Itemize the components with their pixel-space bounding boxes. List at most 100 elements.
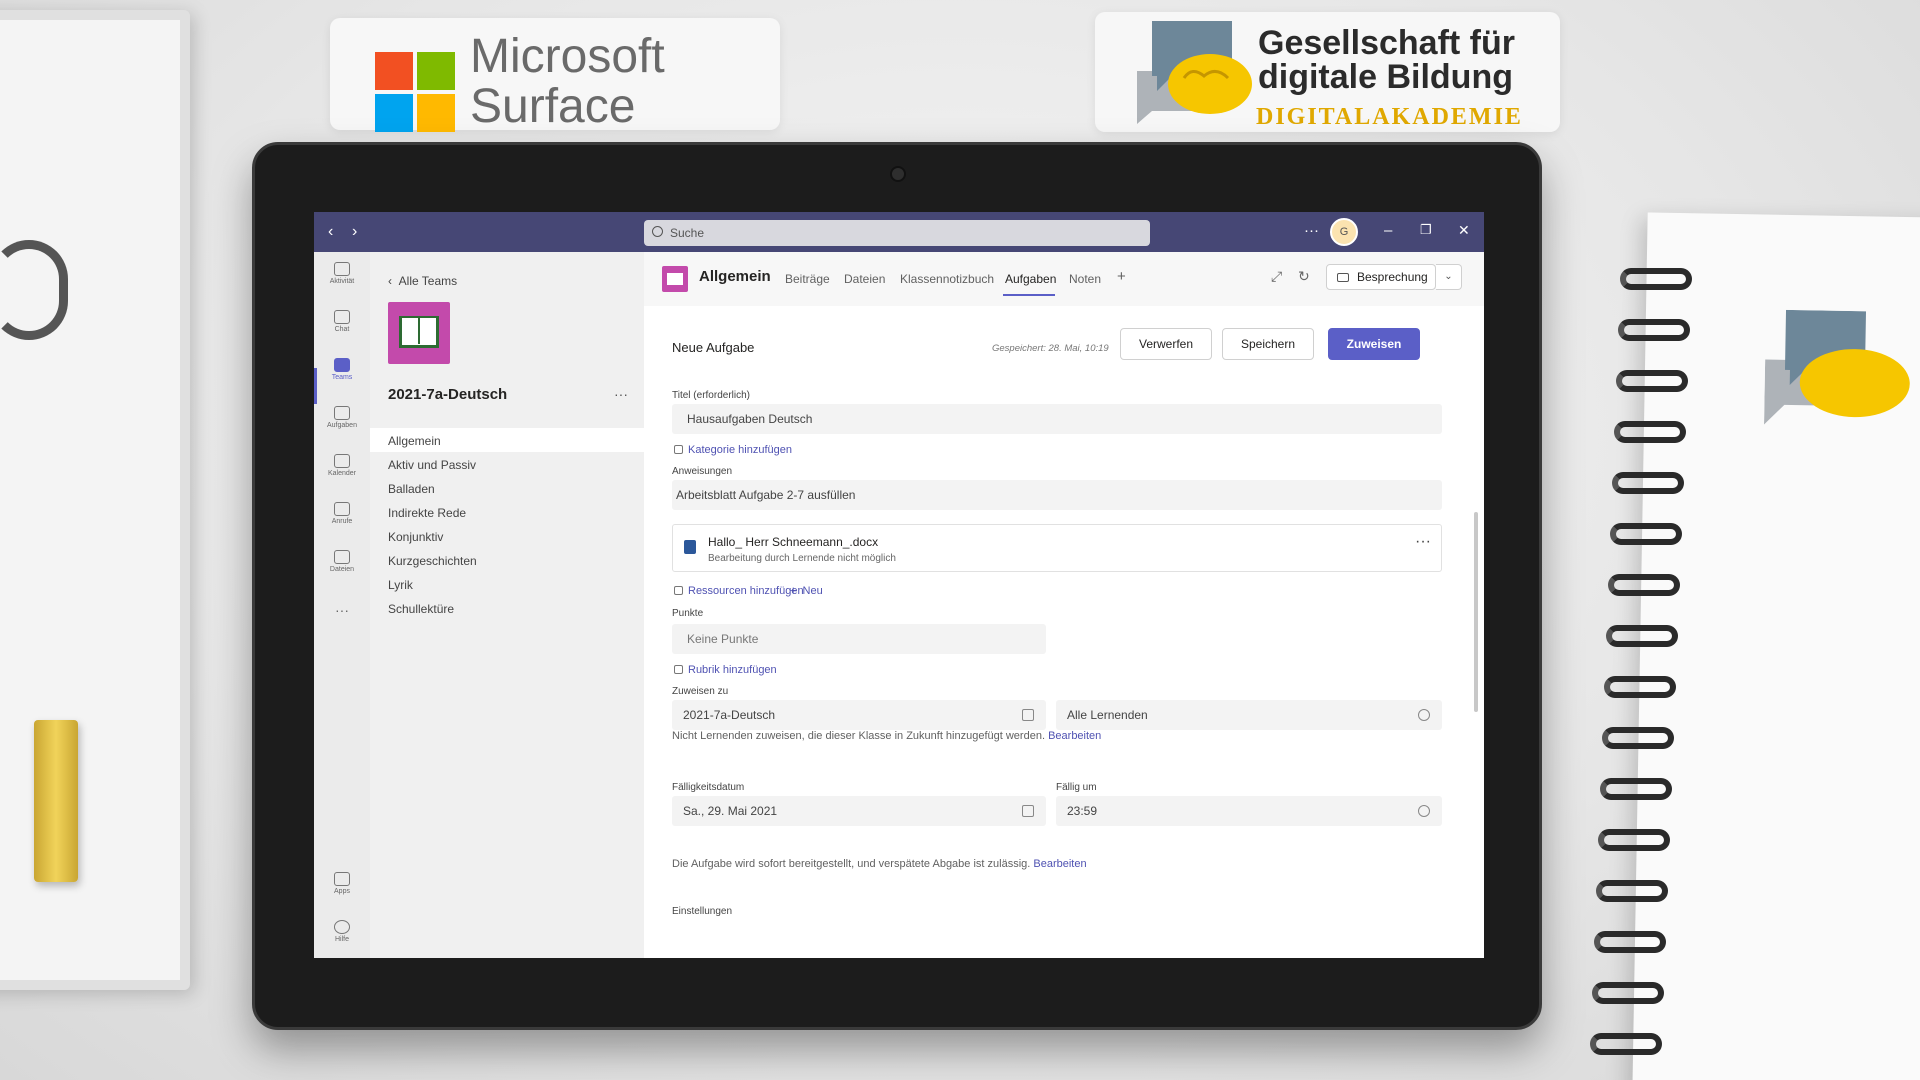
plus-icon: + xyxy=(790,585,803,597)
assign-students-field[interactable]: Alle Lernenden xyxy=(1056,700,1442,730)
bell-icon xyxy=(334,262,350,276)
rail-item-chat[interactable]: Chat xyxy=(314,310,370,333)
due-time-field[interactable]: 23:59 xyxy=(1056,796,1442,826)
spiral-ring xyxy=(1616,370,1688,392)
rail-item-teams[interactable]: Teams xyxy=(314,358,370,381)
instructions-label: Anweisungen xyxy=(672,466,733,477)
binder-clip xyxy=(0,240,68,340)
tag-icon xyxy=(674,445,683,454)
points-field[interactable]: Keine Punkte xyxy=(672,624,1046,654)
channel-item-kurzgeschichten[interactable]: Kurzgeschichten xyxy=(388,554,477,568)
back-arrow-icon[interactable]: ‹ xyxy=(328,223,333,241)
form-heading: Neue Aufgabe xyxy=(672,340,755,355)
future-note-edit-link[interactable]: Bearbeiten xyxy=(1048,730,1101,742)
assign-class-field[interactable]: 2021-7a-Deutsch xyxy=(672,700,1046,730)
teams-icon xyxy=(334,358,350,372)
assign-students-value: Alle Lernenden xyxy=(1067,708,1148,722)
instructions-field[interactable]: Arbeitsblatt Aufgabe 2-7 ausfüllen xyxy=(672,480,1442,510)
save-button[interactable]: Speichern xyxy=(1222,328,1314,360)
tab-beitraege[interactable]: Beiträge xyxy=(785,272,830,286)
add-rubric-label: Rubrik hinzufügen xyxy=(688,664,777,676)
rail-item-activity[interactable]: Aktivität xyxy=(314,262,370,285)
add-rubric-link[interactable]: Rubrik hinzufügen xyxy=(674,664,777,676)
rail-more-icon[interactable]: ··· xyxy=(314,602,370,618)
spiral-ring xyxy=(1602,727,1674,749)
meeting-button[interactable]: Besprechung xyxy=(1326,264,1436,290)
channel-item-allgemein[interactable]: Allgemein xyxy=(388,434,441,448)
team-more-icon[interactable]: ··· xyxy=(614,386,628,402)
microsoft-surface-wordmark: Microsoft Surface xyxy=(470,30,665,133)
tab-aufgaben[interactable]: Aufgaben xyxy=(1005,272,1056,286)
add-category-label: Kategorie hinzufügen xyxy=(688,444,792,456)
rail-item-help[interactable]: Hilfe xyxy=(314,920,370,943)
channel-item-schullektuere[interactable]: Schullektüre xyxy=(388,602,454,616)
search-placeholder: Suche xyxy=(670,226,705,240)
back-label: Alle Teams xyxy=(398,274,458,288)
rail-item-assignments[interactable]: Aufgaben xyxy=(314,406,370,429)
rail-item-apps[interactable]: Apps xyxy=(314,872,370,895)
spiral-ring xyxy=(1620,268,1692,290)
refresh-icon[interactable]: ↻ xyxy=(1298,268,1310,285)
search-input[interactable]: Suche xyxy=(644,220,1150,246)
scrollbar[interactable] xyxy=(1474,512,1478,712)
spiral-ring xyxy=(1604,676,1676,698)
avatar[interactable]: G xyxy=(1330,218,1358,246)
rail-item-files[interactable]: Dateien xyxy=(314,550,370,573)
channel-item-aktiv-und-passiv[interactable]: Aktiv und Passiv xyxy=(388,458,476,472)
new-resource-link[interactable]: + Neu xyxy=(790,585,823,597)
rail-item-calendar[interactable]: Kalender xyxy=(314,454,370,477)
tablet-camera xyxy=(890,166,906,182)
assign-button[interactable]: Zuweisen xyxy=(1328,328,1420,360)
maximize-icon[interactable]: ❐ xyxy=(1420,222,1432,238)
meeting-dropdown-chevron-icon[interactable]: ⌄ xyxy=(1436,264,1462,290)
teams-window: ‹ › Suche ··· G – ❐ ✕ Aktivität Chat Tea… xyxy=(314,212,1484,958)
copy-icon xyxy=(1022,709,1034,721)
tab-klassennotizbuch[interactable]: Klassennotizbuch xyxy=(900,272,994,286)
release-edit-link[interactable]: Bearbeiten xyxy=(1033,858,1086,870)
paperclip-icon xyxy=(674,586,683,595)
forward-arrow-icon[interactable]: › xyxy=(352,223,357,241)
add-tab-icon[interactable]: + xyxy=(1117,268,1126,285)
team-avatar xyxy=(388,302,450,364)
more-options-icon[interactable]: ··· xyxy=(1304,222,1319,239)
back-to-all-teams[interactable]: ‹ Alle Teams xyxy=(388,274,457,288)
spiral-ring xyxy=(1608,574,1680,596)
attachment-more-icon[interactable]: ··· xyxy=(1415,533,1431,551)
add-category-link[interactable]: Kategorie hinzufügen xyxy=(674,444,792,456)
rail-item-label: Anrufe xyxy=(331,518,353,525)
team-pane: ‹ Alle Teams 2021-7a-Deutsch ··· Allgeme… xyxy=(370,252,644,958)
rail-item-calls[interactable]: Anrufe xyxy=(314,502,370,525)
active-tab-underline xyxy=(1003,294,1055,296)
add-resources-label: Ressourcen hinzufügen xyxy=(688,585,804,597)
rail-item-label: Kalender xyxy=(327,470,357,477)
due-date-field[interactable]: Sa., 29. Mai 2021 xyxy=(672,796,1046,826)
phone-icon xyxy=(334,502,350,516)
release-note-text: Die Aufgabe wird sofort bereitgestellt, … xyxy=(672,858,1031,870)
chevron-left-icon: ‹ xyxy=(388,274,399,288)
settings-label: Einstellungen xyxy=(672,906,733,917)
rail-item-label: Aktivität xyxy=(329,278,355,285)
spiral-ring xyxy=(1600,778,1672,800)
assignment-form: Neue Aufgabe Gespeichert: 28. Mai, 10:19… xyxy=(644,306,1484,958)
channel-item-balladen[interactable]: Balladen xyxy=(388,482,435,496)
channel-item-indirekte-rede[interactable]: Indirekte Rede xyxy=(388,506,466,520)
minimize-icon[interactable]: – xyxy=(1384,222,1392,239)
assign-to-label: Zuweisen zu xyxy=(672,686,729,697)
gdb-subtitle: DIGITALAKADEMIE xyxy=(1256,104,1523,130)
tab-dateien[interactable]: Dateien xyxy=(844,272,885,286)
title-field[interactable]: Hausaufgaben Deutsch xyxy=(672,404,1442,434)
close-icon[interactable]: ✕ xyxy=(1458,222,1470,239)
calendar-icon xyxy=(334,454,350,468)
channel-item-lyrik[interactable]: Lyrik xyxy=(388,578,413,592)
tab-noten[interactable]: Noten xyxy=(1069,272,1101,286)
channel-item-konjunktiv[interactable]: Konjunktiv xyxy=(388,530,443,544)
word-document-icon xyxy=(684,540,696,554)
discard-button[interactable]: Verwerfen xyxy=(1120,328,1212,360)
expand-icon[interactable]: ⤢ xyxy=(1271,268,1282,285)
gdb-logo-icon xyxy=(1137,21,1252,124)
add-resources-link[interactable]: Ressourcen hinzufügen xyxy=(674,585,804,597)
binder xyxy=(0,10,190,990)
attachment-card[interactable]: Hallo_ Herr Schneemann_.docx Bearbeitung… xyxy=(672,524,1442,572)
apps-icon xyxy=(334,872,350,886)
spiral-ring xyxy=(1606,625,1678,647)
